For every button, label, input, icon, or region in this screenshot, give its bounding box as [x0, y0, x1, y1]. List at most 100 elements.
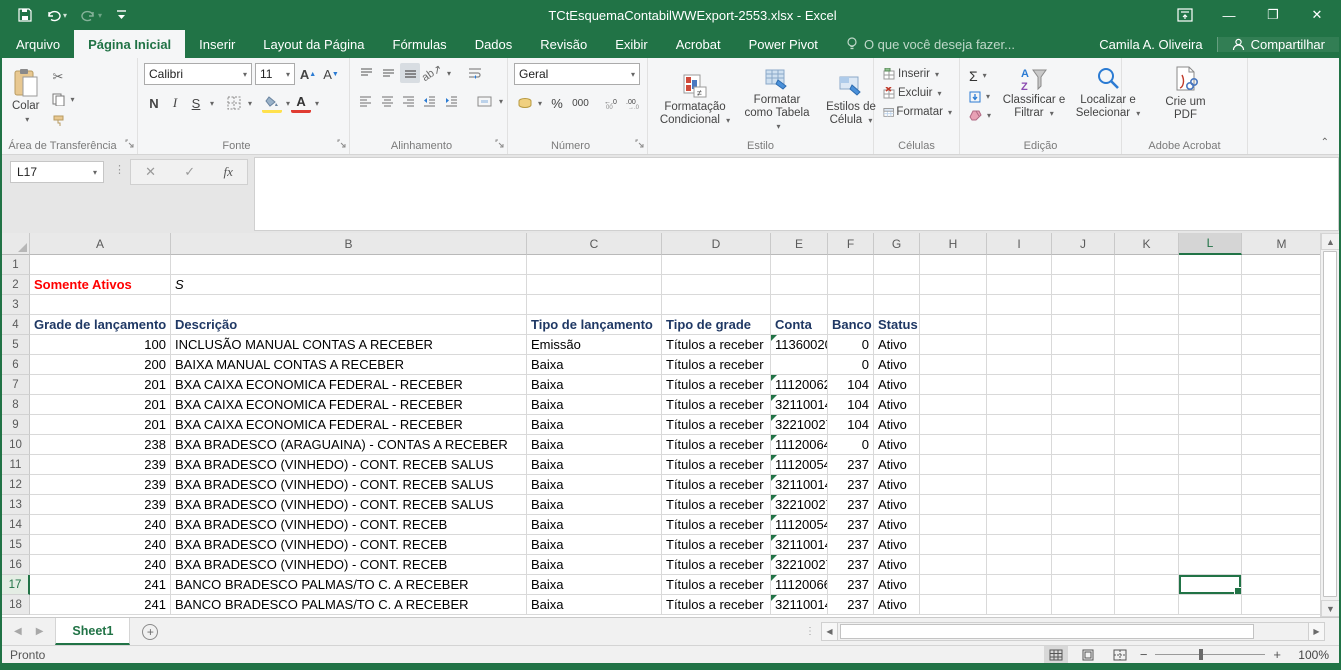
cell-F6[interactable]: 0 [828, 355, 874, 375]
cell-H3[interactable] [920, 295, 987, 315]
cell-M13[interactable] [1242, 495, 1322, 515]
collapse-ribbon-icon[interactable]: ⌃ [1321, 137, 1329, 148]
cell-L15[interactable] [1179, 535, 1242, 555]
cell-D4[interactable]: Tipo de grade [662, 315, 771, 335]
autosum-button[interactable]: Σ▾ [966, 66, 994, 86]
paste-button[interactable]: Colar ▾ [8, 65, 43, 127]
cell-A16[interactable]: 240 [30, 555, 171, 575]
cell-F1[interactable] [828, 255, 874, 275]
cell-L7[interactable] [1179, 375, 1242, 395]
row-header-9[interactable]: 9 [2, 415, 30, 435]
column-header-C[interactable]: C [527, 233, 662, 255]
select-all-corner[interactable] [2, 233, 30, 255]
cell-I9[interactable] [987, 415, 1052, 435]
row-header-1[interactable]: 1 [2, 255, 30, 275]
cell-D13[interactable]: Títulos a receber [662, 495, 771, 515]
cell-E10[interactable]: 11120064 [771, 435, 828, 455]
cell-J5[interactable] [1052, 335, 1115, 355]
ribbon-tab-layout-da-página[interactable]: Layout da Página [249, 30, 378, 58]
cell-C8[interactable]: Baixa [527, 395, 662, 415]
ribbon-tab-exibir[interactable]: Exibir [601, 30, 662, 58]
row-header-14[interactable]: 14 [2, 515, 30, 535]
cell-M17[interactable] [1242, 575, 1322, 595]
cell-B1[interactable] [171, 255, 527, 275]
row-header-8[interactable]: 8 [2, 395, 30, 415]
clear-button[interactable]: ▾ [966, 108, 994, 123]
paste-dropdown-icon[interactable]: ▾ [25, 115, 29, 124]
cell-C18[interactable]: Baixa [527, 595, 662, 615]
cell-C12[interactable]: Baixa [527, 475, 662, 495]
cell-D18[interactable]: Títulos a receber [662, 595, 771, 615]
cell-J4[interactable] [1052, 315, 1115, 335]
cell-J8[interactable] [1052, 395, 1115, 415]
ribbon-tab-revisão[interactable]: Revisão [526, 30, 601, 58]
increase-indent-icon[interactable] [442, 91, 461, 111]
fill-button[interactable]: ▾ [966, 89, 994, 105]
copy-button[interactable]: ▾ [49, 91, 77, 108]
cell-J11[interactable] [1052, 455, 1115, 475]
cell-J18[interactable] [1052, 595, 1115, 615]
cell-C16[interactable]: Baixa [527, 555, 662, 575]
cell-A13[interactable]: 239 [30, 495, 171, 515]
cell-H12[interactable] [920, 475, 987, 495]
cell-M10[interactable] [1242, 435, 1322, 455]
cell-F4[interactable]: Banco [828, 315, 874, 335]
cell-B16[interactable]: BXA BRADESCO (VINHEDO) - CONT. RECEB [171, 555, 527, 575]
cell-L6[interactable] [1179, 355, 1242, 375]
customize-qat-button[interactable] [116, 9, 127, 21]
cell-A17[interactable]: 241 [30, 575, 171, 595]
format-cells-button[interactable]: Formatar▾ [880, 104, 955, 120]
cell-G6[interactable]: Ativo [874, 355, 920, 375]
insert-function-button[interactable]: fx [223, 164, 232, 180]
cell-G5[interactable]: Ativo [874, 335, 920, 355]
cell-C2[interactable] [527, 275, 662, 295]
cell-I15[interactable] [987, 535, 1052, 555]
row-header-13[interactable]: 13 [2, 495, 30, 515]
cell-I12[interactable] [987, 475, 1052, 495]
redo-dropdown-icon[interactable]: ▾ [98, 11, 102, 20]
cell-D2[interactable] [662, 275, 771, 295]
cell-G7[interactable]: Ativo [874, 375, 920, 395]
cell-E2[interactable] [771, 275, 828, 295]
cell-L9[interactable] [1179, 415, 1242, 435]
cell-E5[interactable]: 11360020 [771, 335, 828, 355]
column-header-G[interactable]: G [874, 233, 920, 255]
ribbon-tab-fórmulas[interactable]: Fórmulas [379, 30, 461, 58]
cell-C13[interactable]: Baixa [527, 495, 662, 515]
cell-B3[interactable] [171, 295, 527, 315]
ribbon-tab-acrobat[interactable]: Acrobat [662, 30, 735, 58]
cell-J14[interactable] [1052, 515, 1115, 535]
cell-I5[interactable] [987, 335, 1052, 355]
column-header-M[interactable]: M [1242, 233, 1322, 255]
cell-E3[interactable] [771, 295, 828, 315]
cell-F17[interactable]: 237 [828, 575, 874, 595]
cell-G10[interactable]: Ativo [874, 435, 920, 455]
orientation-dropdown-icon[interactable]: ▾ [447, 69, 451, 78]
cell-F12[interactable]: 237 [828, 475, 874, 495]
cell-B6[interactable]: BAIXA MANUAL CONTAS A RECEBER [171, 355, 527, 375]
align-middle-icon[interactable] [378, 63, 398, 83]
font-size-select[interactable]: 11▾ [255, 63, 295, 85]
cell-D10[interactable]: Títulos a receber [662, 435, 771, 455]
decrease-decimal-icon[interactable]: .00→,0 [625, 93, 643, 113]
cell-M9[interactable] [1242, 415, 1322, 435]
accounting-format-button[interactable]: ▾ [514, 95, 545, 112]
cell-I2[interactable] [987, 275, 1052, 295]
cell-C9[interactable]: Baixa [527, 415, 662, 435]
cell-D17[interactable]: Títulos a receber [662, 575, 771, 595]
underline-button[interactable]: S [186, 93, 206, 113]
cell-K9[interactable] [1115, 415, 1179, 435]
cell-M5[interactable] [1242, 335, 1322, 355]
prev-sheet-icon[interactable]: ◀ [14, 626, 22, 637]
horizontal-scroll-thumb[interactable] [840, 624, 1254, 639]
create-pdf-button[interactable]: Crie um PDF [1151, 63, 1221, 125]
cell-A6[interactable]: 200 [30, 355, 171, 375]
decrease-indent-icon[interactable] [420, 91, 439, 111]
cell-J7[interactable] [1052, 375, 1115, 395]
font-name-select[interactable]: Calibri▾ [144, 63, 252, 85]
cell-C4[interactable]: Tipo de lançamento [527, 315, 662, 335]
ribbon-tab-inserir[interactable]: Inserir [185, 30, 249, 58]
orientation-button[interactable]: ab↗ [418, 59, 446, 87]
cell-F9[interactable]: 104 [828, 415, 874, 435]
column-header-F[interactable]: F [828, 233, 874, 255]
